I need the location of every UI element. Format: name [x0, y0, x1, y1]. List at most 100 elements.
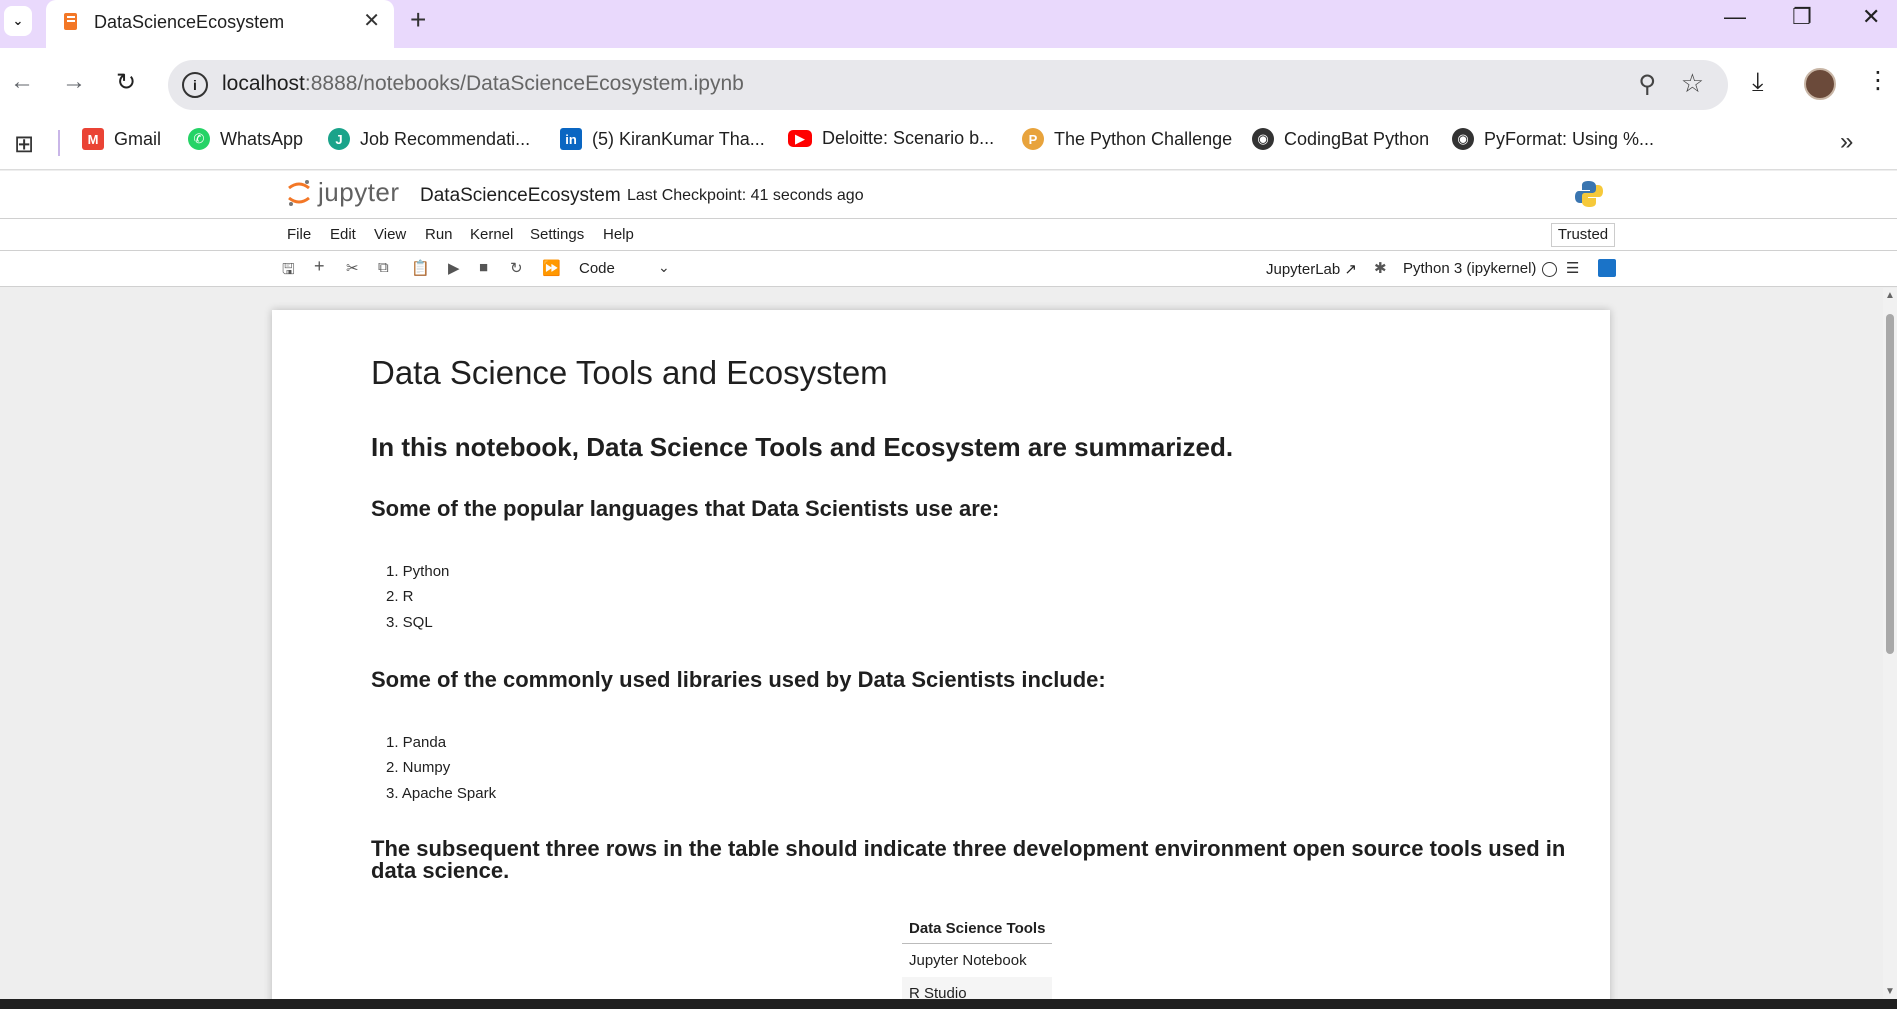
close-tab-icon[interactable]: ✕	[363, 8, 380, 33]
download-icon[interactable]: ⤓	[1752, 66, 1764, 98]
kernel-name[interactable]: Python 3 (ipykernel)	[1403, 260, 1536, 277]
bookmark-gmail[interactable]: M Gmail	[82, 128, 161, 150]
bookmark-deloitte[interactable]: ▶ Deloitte: Scenario b...	[788, 128, 994, 149]
job-icon: J	[328, 128, 350, 150]
menu-help[interactable]: Help	[603, 226, 634, 243]
table-of-contents-icon[interactable]	[1598, 259, 1616, 277]
bookmark-label: CodingBat Python	[1284, 128, 1430, 149]
bookmark-job-recommendations[interactable]: J Job Recommendati...	[328, 128, 530, 150]
linkedin-icon: in	[560, 128, 582, 150]
bookmark-label: PyFormat: Using %...	[1484, 128, 1655, 149]
globe-icon: ◉	[1452, 128, 1474, 150]
list-item: 3. Apache Spark	[386, 785, 497, 802]
notebook-title[interactable]: DataScienceEcosystem	[420, 185, 621, 207]
menu-file[interactable]: File	[287, 226, 311, 243]
trusted-indicator[interactable]: Trusted	[1551, 223, 1615, 247]
new-tab-button[interactable]: +	[410, 6, 426, 34]
notebook-favicon-icon	[64, 13, 77, 30]
notebook-toolbar: 🖫 + ✂ ⧉ 📋 ▶ ■ ↻ ⏩ Code ⌄ JupyterLab ↗ ✱ …	[0, 251, 1897, 287]
restart-icon[interactable]: ↻	[510, 259, 523, 277]
back-icon[interactable]: ←	[10, 68, 34, 96]
cut-icon[interactable]: ✂	[346, 259, 359, 277]
menu-edit[interactable]: Edit	[330, 226, 356, 243]
list-item: 2. R	[386, 588, 414, 605]
vertical-scrollbar[interactable]: ▲ ▼	[1883, 288, 1897, 999]
jupyter-logo[interactable]: jupyter	[286, 177, 400, 208]
tools-table-heading-line: data science.	[371, 858, 510, 883]
python-challenge-icon: P	[1022, 128, 1044, 150]
external-link-icon: ↗	[1344, 261, 1357, 278]
site-info-icon[interactable]: i	[182, 72, 208, 98]
restore-icon[interactable]: ❐	[1792, 4, 1812, 30]
debugger-bug-icon[interactable]: ✱	[1374, 259, 1387, 277]
forward-icon[interactable]: →	[62, 68, 86, 96]
languages-heading: Some of the popular languages that Data …	[371, 496, 1000, 521]
reload-icon[interactable]: ↻	[116, 68, 136, 97]
menu-run[interactable]: Run	[425, 226, 453, 243]
bookmark-label: Gmail	[114, 128, 162, 149]
tools-table-heading-line: The subsequent three rows in the table s…	[371, 836, 1566, 861]
cell-type-select[interactable]: Code	[579, 260, 615, 277]
list-item: 1. Python	[386, 563, 450, 580]
active-tab[interactable]: DataScienceEcosystem ✕	[46, 0, 394, 48]
tab-search-button[interactable]: ⌄	[4, 6, 32, 36]
table-cell: Jupyter Notebook	[902, 943, 1053, 977]
bookmark-python-challenge[interactable]: P The Python Challenge	[1022, 128, 1232, 150]
scroll-up-icon[interactable]: ▲	[1885, 290, 1895, 301]
menu-view[interactable]: View	[374, 226, 406, 243]
browser-menu-icon[interactable]: ⋮	[1866, 66, 1890, 95]
bookmark-codingbat[interactable]: ◉ CodingBat Python	[1252, 128, 1429, 150]
bookmarks-bar: ⊞ M Gmail ✆ WhatsApp J Job Recommendati.…	[0, 120, 1897, 170]
globe-icon: ◉	[1252, 128, 1274, 150]
url-text[interactable]: localhost:8888/notebooks/DataScienceEcos…	[222, 72, 744, 96]
last-checkpoint: Last Checkpoint: 41 seconds ago	[627, 187, 864, 204]
jupyter-logo-icon	[288, 179, 310, 206]
list-item: 1. Panda	[386, 734, 447, 751]
bookmark-whatsapp[interactable]: ✆ WhatsApp	[188, 128, 303, 150]
list-item: 3. SQL	[386, 614, 433, 631]
close-window-icon[interactable]: ✕	[1862, 4, 1880, 30]
minimize-icon[interactable]: —	[1724, 4, 1746, 30]
copy-icon[interactable]: ⧉	[378, 259, 389, 276]
notebook-area: Data Science Tools and Ecosystem In this…	[0, 288, 1897, 999]
apps-grid-icon[interactable]: ⊞	[14, 130, 34, 159]
notebook-heading-title: Data Science Tools and Ecosystem	[371, 354, 888, 391]
menu-kernel[interactable]: Kernel	[470, 226, 513, 243]
list-icon[interactable]: ☰	[1566, 259, 1579, 277]
tab-strip: ⌄ DataScienceEcosystem ✕ + — ❐ ✕	[0, 0, 1897, 48]
bookmark-linkedin[interactable]: in (5) KiranKumar Tha...	[560, 128, 765, 150]
restart-run-all-icon[interactable]: ⏩	[542, 259, 561, 277]
bookmark-label: The Python Challenge	[1054, 128, 1233, 149]
insert-cell-icon[interactable]: +	[314, 256, 325, 277]
list-item: 2. Numpy	[386, 759, 451, 776]
bookmark-star-icon[interactable]: ☆	[1681, 68, 1704, 99]
paste-icon[interactable]: 📋	[411, 259, 430, 277]
bookmark-pyformat[interactable]: ◉ PyFormat: Using %...	[1452, 128, 1654, 150]
table-header: Data Science Tools	[902, 914, 1053, 944]
address-bar[interactable]: i localhost:8888/notebooks/DataScienceEc…	[168, 60, 1728, 110]
bookmark-label: WhatsApp	[220, 128, 304, 149]
bookmark-label: Job Recommendati...	[360, 128, 531, 149]
save-icon[interactable]: 🖫	[282, 259, 295, 284]
run-icon[interactable]: ▶	[448, 259, 460, 277]
zoom-icon[interactable]: ⚲	[1638, 70, 1656, 99]
jupyterlab-link-label: JupyterLab	[1266, 261, 1341, 278]
more-bookmarks-icon[interactable]: »	[1840, 128, 1853, 156]
libraries-heading: Some of the commonly used libraries used…	[371, 667, 1106, 692]
table-cell: R Studio	[902, 977, 1053, 999]
youtube-icon: ▶	[788, 130, 812, 147]
bookmark-label: (5) KiranKumar Tha...	[592, 128, 765, 149]
scrollbar-thumb[interactable]	[1886, 314, 1894, 654]
jupyterlab-link[interactable]: JupyterLab ↗	[1266, 260, 1357, 278]
tab-title: DataScienceEcosystem	[94, 12, 285, 32]
jupyter-menubar: File Edit View Run Kernel Settings Help …	[0, 219, 1897, 251]
menu-settings[interactable]: Settings	[530, 226, 584, 243]
os-taskbar	[0, 999, 1897, 1009]
jupyter-header: jupyter DataScienceEcosystem Last Checkp…	[0, 171, 1897, 219]
scroll-down-icon[interactable]: ▼	[1885, 986, 1895, 997]
profile-avatar[interactable]	[1804, 68, 1836, 100]
python-logo-icon	[1575, 181, 1603, 207]
bookmark-label: Deloitte: Scenario b...	[822, 128, 995, 148]
stop-icon[interactable]: ■	[479, 259, 488, 276]
chevron-down-icon[interactable]: ⌄	[658, 259, 670, 276]
